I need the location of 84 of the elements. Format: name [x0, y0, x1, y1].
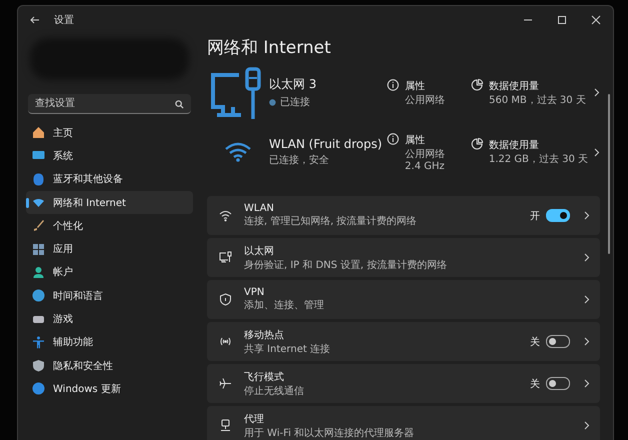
airplane-icon [219, 377, 232, 390]
chevron-icon [584, 337, 590, 346]
maximize-icon[interactable] [557, 15, 567, 25]
wifi-icon [224, 142, 252, 162]
data-usage-label: 数据使用量 [488, 139, 540, 152]
search-icon [175, 100, 184, 109]
apps-icon [32, 242, 45, 256]
connection-name: WLAN (Fruit drops) [268, 137, 384, 152]
nav-item[interactable]: 游戏 [26, 307, 193, 331]
connection-status: 已连接，安全 [268, 154, 329, 168]
toggle-switch[interactable] [546, 377, 570, 390]
setting-description: 用于 Wi-Fi 和以太网连接的代理服务器 [244, 426, 416, 440]
accessibility-icon [32, 336, 45, 349]
connection-status: 已连接 [280, 96, 310, 110]
info-icon [386, 132, 399, 145]
nav-item[interactable]: 帐户 [26, 260, 193, 284]
close-icon[interactable] [591, 15, 601, 25]
setting-description: 添加、连接、管理 [244, 298, 325, 312]
setting-title: WLAN [244, 203, 276, 214]
setting-description: 连接, 管理已知网络, 按流量计费的网络 [244, 214, 418, 228]
nav-item[interactable]: 时间和语言 [26, 284, 193, 308]
connection-summary[interactable]: WLAN (Fruit drops) 已连接，安全 属性 公用网络 2.4 GHz 数据使用量 1.22 GB，过去 30 天 [207, 122, 600, 182]
setting-title: 以太网 [244, 244, 275, 258]
setting-description: 身份验证, IP 和 DNS 设置, 按流量计费的网络 [244, 258, 448, 272]
hotspot-icon [219, 335, 232, 348]
scrollbar[interactable] [608, 94, 610, 254]
search-field[interactable]: 查找设置 [28, 94, 191, 114]
shield-icon [32, 359, 45, 372]
settings-row[interactable]: 移动热点 共享 Internet 连接 关 [207, 322, 600, 361]
network-property: 2.4 GHz [404, 160, 445, 172]
setting-description: 停止无线通信 [244, 384, 305, 398]
wifi-icon [219, 209, 232, 222]
nav-item[interactable]: 系统 [26, 144, 193, 168]
info-icon [387, 78, 399, 91]
data-usage-label: 数据使用量 [489, 80, 540, 93]
chevron-icon [584, 295, 590, 304]
chevron-icon [584, 253, 590, 262]
chevron-icon [584, 421, 590, 430]
brush-icon [32, 219, 45, 232]
page-title: 网络和 Internet [207, 37, 332, 59]
data-usage-value: 1.22 GB，过去 30 天 [488, 152, 588, 166]
network-property: 公用网络 [405, 94, 445, 107]
toggle-state-label: 关 [530, 378, 540, 390]
back-arrow-icon[interactable] [30, 16, 40, 24]
window-title: 设置 [54, 14, 74, 27]
toggle-state-label: 关 [530, 336, 540, 348]
nav-item[interactable]: Windows 更新 [26, 377, 193, 401]
setting-title: VPN [244, 287, 266, 298]
settings-row[interactable]: 飞行模式 停止无线通信 关 [207, 364, 600, 403]
connection-summary[interactable]: 以太网 3 已连接 属性 公用网络 数据使用量 560 MB，过去 30 天 [207, 63, 600, 122]
home-icon [32, 126, 45, 140]
network-property: 公用网络 [404, 148, 445, 161]
properties-label: 属性 [404, 134, 426, 147]
data-usage-value: 560 MB，过去 30 天 [489, 94, 586, 107]
nav-item[interactable]: 辅助功能 [26, 330, 193, 354]
monitor-cable-icon [219, 251, 232, 264]
setting-title: 移动热点 [244, 328, 285, 342]
toggle-state-label: 开 [530, 210, 540, 222]
person-icon [32, 266, 45, 279]
nav-item[interactable]: 个性化 [26, 214, 193, 238]
chevron-icon [594, 148, 600, 157]
chevron-icon [584, 379, 590, 388]
pie-chart-icon [470, 138, 483, 150]
nav-item[interactable]: 网络和 Internet [26, 190, 193, 214]
setting-description: 共享 Internet 连接 [244, 342, 332, 356]
shield-icon [219, 293, 232, 306]
settings-row[interactable]: 代理 用于 Wi-Fi 和以太网连接的代理服务器 [207, 406, 600, 440]
chevron-icon [584, 211, 590, 220]
setting-title: 飞行模式 [244, 370, 285, 384]
nav-item[interactable]: 应用 [26, 237, 193, 261]
nav-item[interactable]: 隐私和安全性 [26, 354, 193, 378]
settings-row[interactable]: VPN 添加、连接、管理 [207, 280, 600, 319]
nav-item[interactable]: 主页 [26, 121, 193, 144]
pie-chart-icon [471, 78, 483, 91]
settings-row[interactable]: WLAN 连接, 管理已知网络, 按流量计费的网络 开 [207, 196, 600, 235]
properties-label: 属性 [405, 80, 426, 93]
settings-row[interactable]: 以太网 身份验证, IP 和 DNS 设置, 按流量计费的网络 [207, 238, 600, 277]
chevron-icon [594, 88, 600, 98]
toggle-switch[interactable] [546, 335, 570, 348]
setting-title: 代理 [244, 412, 265, 426]
toggle-switch[interactable] [546, 209, 570, 222]
connection-name: 以太网 3 [269, 76, 318, 94]
nav-item[interactable]: 蓝牙和其他设备 [26, 168, 193, 191]
network-icon [32, 196, 45, 210]
